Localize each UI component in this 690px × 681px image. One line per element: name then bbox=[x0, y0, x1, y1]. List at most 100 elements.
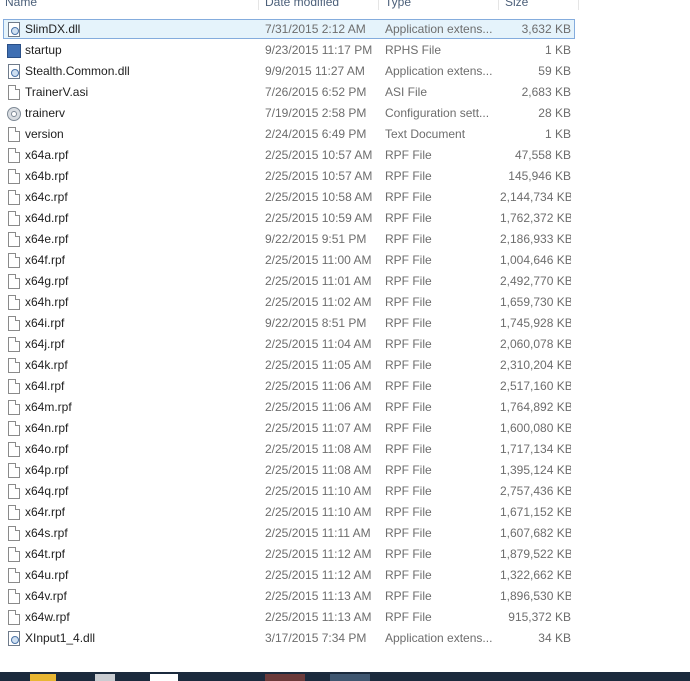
file-icon bbox=[6, 232, 22, 248]
file-row[interactable]: x64c.rpf 2/25/2015 10:58 AM RPF File 2,144,… bbox=[0, 187, 580, 208]
file-size: 1,600,080 KB bbox=[500, 421, 571, 435]
file-date-modified: 2/25/2015 11:00 AM bbox=[265, 253, 372, 267]
file-name[interactable]: x64m.rpf bbox=[25, 397, 255, 418]
file-name[interactable]: x64i.rpf bbox=[25, 313, 255, 334]
file-row[interactable]: trainerv 7/19/2015 2:58 PM Configuration s… bbox=[0, 103, 580, 124]
column-header-date-modified[interactable]: Date modified bbox=[265, 0, 339, 10]
file-row[interactable]: x64h.rpf 2/25/2015 11:02 AM RPF File 1,659,… bbox=[0, 292, 580, 313]
file-row[interactable]: version 2/24/2015 6:49 PM Text Document 1 K… bbox=[0, 124, 580, 145]
file-name[interactable]: x64d.rpf bbox=[25, 208, 255, 229]
file-name[interactable]: XInput1_4.dll bbox=[25, 628, 255, 649]
file-name[interactable]: x64n.rpf bbox=[25, 418, 255, 439]
file-size: 1,395,124 KB bbox=[500, 463, 571, 477]
file-name[interactable]: TrainerV.asi bbox=[25, 82, 255, 103]
taskbar-app-icon[interactable] bbox=[330, 674, 370, 681]
file-name[interactable]: x64r.rpf bbox=[25, 502, 255, 523]
file-icon bbox=[6, 253, 22, 269]
file-name[interactable]: x64e.rpf bbox=[25, 229, 255, 250]
file-date-modified: 2/25/2015 11:12 AM bbox=[265, 547, 372, 561]
file-row[interactable]: x64b.rpf 2/25/2015 10:57 AM RPF File 145,94… bbox=[0, 166, 580, 187]
file-name[interactable]: x64s.rpf bbox=[25, 523, 255, 544]
file-name[interactable]: trainerv bbox=[25, 103, 255, 124]
file-row[interactable]: XInput1_4.dll 3/17/2015 7:34 PM Applicatio… bbox=[0, 628, 580, 649]
file-name[interactable]: x64f.rpf bbox=[25, 250, 255, 271]
file-type: Text Document bbox=[385, 127, 466, 141]
file-row[interactable]: startup 9/23/2015 11:17 PM RPHS File 1 KB bbox=[0, 40, 580, 61]
file-row[interactable]: x64t.rpf 2/25/2015 11:12 AM RPF File 1,879,… bbox=[0, 544, 580, 565]
taskbar-app-icon[interactable] bbox=[150, 674, 178, 681]
column-header-type[interactable]: Type bbox=[385, 0, 411, 10]
file-size: 47,558 KB bbox=[514, 148, 571, 162]
column-header-name[interactable]: Name bbox=[5, 0, 37, 10]
file-type: RPF File bbox=[385, 211, 432, 225]
file-row[interactable]: x64p.rpf 2/25/2015 11:08 AM RPF File 1,395,… bbox=[0, 460, 580, 481]
file-name[interactable]: x64w.rpf bbox=[25, 607, 255, 628]
file-icon bbox=[6, 295, 22, 311]
file-row[interactable]: x64d.rpf 2/25/2015 10:59 AM RPF File 1,762,… bbox=[0, 208, 580, 229]
file-icon bbox=[6, 316, 22, 332]
file-name[interactable]: Stealth.Common.dll bbox=[25, 61, 255, 82]
column-divider[interactable] bbox=[498, 0, 499, 10]
file-row[interactable]: x64k.rpf 2/25/2015 11:05 AM RPF File 2,310,… bbox=[0, 355, 580, 376]
column-divider[interactable] bbox=[258, 0, 259, 10]
file-row[interactable]: SlimDX.dll 7/31/2015 2:12 AM Application e… bbox=[0, 19, 580, 40]
taskbar-app-icon[interactable] bbox=[265, 674, 305, 681]
file-row[interactable]: x64m.rpf 2/25/2015 11:06 AM RPF File 1,764,… bbox=[0, 397, 580, 418]
file-row[interactable]: x64u.rpf 2/25/2015 11:12 AM RPF File 1,322,… bbox=[0, 565, 580, 586]
file-explorer-taskbar-icon[interactable] bbox=[30, 674, 56, 681]
file-row[interactable]: x64n.rpf 2/25/2015 11:07 AM RPF File 1,600,… bbox=[0, 418, 580, 439]
file-name[interactable]: x64j.rpf bbox=[25, 334, 255, 355]
file-row[interactable]: x64f.rpf 2/25/2015 11:00 AM RPF File 1,004,… bbox=[0, 250, 580, 271]
file-row[interactable]: x64g.rpf 2/25/2015 11:01 AM RPF File 2,492,… bbox=[0, 271, 580, 292]
file-name[interactable]: version bbox=[25, 124, 255, 145]
file-row[interactable]: x64o.rpf 2/25/2015 11:08 AM RPF File 1,717,… bbox=[0, 439, 580, 460]
file-size: 1,717,134 KB bbox=[500, 442, 571, 456]
file-name[interactable]: x64p.rpf bbox=[25, 460, 255, 481]
file-name[interactable]: x64g.rpf bbox=[25, 271, 255, 292]
file-name[interactable]: x64a.rpf bbox=[25, 145, 255, 166]
file-name[interactable]: x64h.rpf bbox=[25, 292, 255, 313]
file-row[interactable]: x64j.rpf 2/25/2015 11:04 AM RPF File 2,060,… bbox=[0, 334, 580, 355]
file-date-modified: 7/19/2015 2:58 PM bbox=[265, 106, 367, 120]
file-row[interactable]: x64w.rpf 2/25/2015 11:13 AM RPF File 915,37… bbox=[0, 607, 580, 628]
column-header-size[interactable]: Size bbox=[505, 0, 528, 10]
file-name[interactable]: x64u.rpf bbox=[25, 565, 255, 586]
file-name[interactable]: x64t.rpf bbox=[25, 544, 255, 565]
file-row[interactable]: TrainerV.asi 7/26/2015 6:52 PM ASI File 2,6… bbox=[0, 82, 580, 103]
file-name[interactable]: x64c.rpf bbox=[25, 187, 255, 208]
file-type: RPF File bbox=[385, 379, 432, 393]
file-name[interactable]: x64l.rpf bbox=[25, 376, 255, 397]
file-icon bbox=[6, 85, 22, 101]
file-type: RPHS File bbox=[385, 43, 442, 57]
file-row[interactable]: x64a.rpf 2/25/2015 10:57 AM RPF File 47,558… bbox=[0, 145, 580, 166]
file-date-modified: 2/25/2015 11:12 AM bbox=[265, 568, 372, 582]
file-date-modified: 2/25/2015 11:10 AM bbox=[265, 484, 372, 498]
file-row[interactable]: x64s.rpf 2/25/2015 11:11 AM RPF File 1,607,… bbox=[0, 523, 580, 544]
file-date-modified: 2/25/2015 11:01 AM bbox=[265, 274, 372, 288]
column-divider[interactable] bbox=[578, 0, 579, 10]
file-type: RPF File bbox=[385, 421, 432, 435]
file-name[interactable]: x64k.rpf bbox=[25, 355, 255, 376]
file-row[interactable]: Stealth.Common.dll 9/9/2015 11:27 AM Appli… bbox=[0, 61, 580, 82]
file-date-modified: 9/9/2015 11:27 AM bbox=[265, 64, 365, 78]
file-size: 1,896,530 KB bbox=[500, 589, 571, 603]
file-type: RPF File bbox=[385, 274, 432, 288]
file-row[interactable]: x64r.rpf 2/25/2015 11:10 AM RPF File 1,671,… bbox=[0, 502, 580, 523]
file-name[interactable]: SlimDX.dll bbox=[25, 19, 255, 40]
file-row[interactable]: x64v.rpf 2/25/2015 11:13 AM RPF File 1,896,… bbox=[0, 586, 580, 607]
taskbar-app-icon[interactable] bbox=[95, 674, 115, 681]
file-size: 2,517,160 KB bbox=[500, 379, 571, 393]
file-row[interactable]: x64e.rpf 9/22/2015 9:51 PM RPF File 2,186,9… bbox=[0, 229, 580, 250]
file-name[interactable]: startup bbox=[25, 40, 255, 61]
file-type: RPF File bbox=[385, 568, 432, 582]
file-row[interactable]: x64l.rpf 2/25/2015 11:06 AM RPF File 2,517,… bbox=[0, 376, 580, 397]
file-name[interactable]: x64o.rpf bbox=[25, 439, 255, 460]
file-name[interactable]: x64v.rpf bbox=[25, 586, 255, 607]
file-row[interactable]: x64q.rpf 2/25/2015 11:10 AM RPF File 2,757,… bbox=[0, 481, 580, 502]
file-type: RPF File bbox=[385, 316, 432, 330]
rphs-file-icon bbox=[6, 43, 22, 59]
column-divider[interactable] bbox=[378, 0, 379, 10]
file-name[interactable]: x64q.rpf bbox=[25, 481, 255, 502]
file-name[interactable]: x64b.rpf bbox=[25, 166, 255, 187]
file-row[interactable]: x64i.rpf 9/22/2015 8:51 PM RPF File 1,745,9… bbox=[0, 313, 580, 334]
